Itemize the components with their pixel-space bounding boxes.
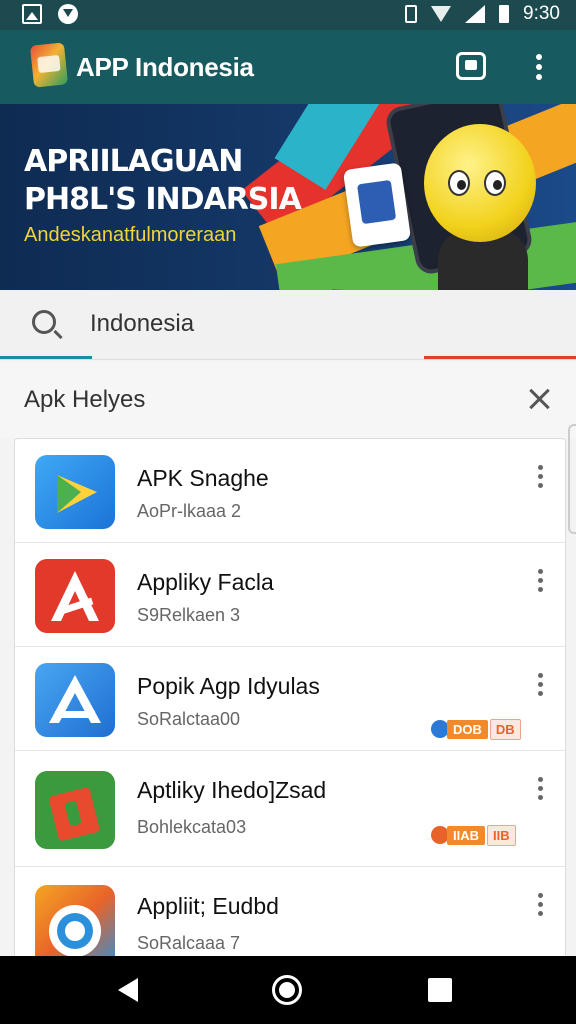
app-subtitle: Bohlekcata03 [137, 817, 247, 837]
app-name: Popik Agp Idyulas [137, 673, 320, 699]
back-icon[interactable] [118, 978, 138, 1002]
banner-tagline: Andeskanatfulmoreraan [24, 224, 237, 246]
app-card-illustration [342, 162, 412, 248]
battery-icon [499, 5, 510, 23]
status-bar: 9:30 [0, 0, 576, 30]
section-title: Apk Helyes [24, 386, 146, 413]
scrollbar[interactable] [568, 424, 576, 534]
wifi-icon [431, 6, 452, 22]
more-vert-icon[interactable] [532, 54, 546, 84]
item-more-icon[interactable] [535, 673, 545, 703]
search-bar [0, 290, 576, 360]
results-header: Apk Helyes [0, 362, 576, 438]
item-more-icon[interactable] [535, 465, 545, 495]
store-icon[interactable] [456, 52, 486, 80]
status-badge: IIAB IIB [431, 824, 516, 846]
close-icon[interactable] [528, 388, 550, 410]
download-icon [58, 4, 78, 24]
app-list: APK Snaghe AoPr-lkaaa 2 Appliky Facla S9… [14, 438, 566, 956]
app-logo-icon [29, 42, 69, 88]
app-subtitle: SoRalctaa00 [137, 709, 241, 729]
banner-headline-1: APRIILAGUAN [24, 144, 243, 179]
app-subtitle: S9Relkaen 3 [137, 605, 241, 625]
app-name: Aptliky Ihedo]Zsad [137, 777, 327, 803]
list-item[interactable]: Appliky Facla S9Relkaen 3 [15, 543, 565, 647]
recent-apps-icon[interactable] [428, 978, 452, 1002]
vibrate-icon [405, 5, 418, 23]
app-name: Appliit; Eudbd [137, 893, 279, 919]
promo-banner[interactable]: APRIILAGUAN PH8L'S INDARSIA Andeskanatfu… [0, 104, 576, 290]
blue-a-icon [35, 663, 115, 737]
play-triangle-icon [35, 455, 115, 529]
search-underline-left [0, 356, 92, 359]
app-name: Appliky Facla [137, 569, 274, 595]
app-subtitle: AoPr-lkaaa 2 [137, 501, 242, 521]
green-red-icon [35, 771, 115, 849]
search-input[interactable] [90, 304, 390, 344]
search-icon[interactable] [32, 310, 56, 334]
mascot-illustration [424, 124, 536, 242]
banner-headline-2: PH8L'S INDARSIA [24, 182, 302, 217]
swirl-icon [35, 885, 115, 956]
item-more-icon[interactable] [535, 893, 545, 923]
navigation-bar [0, 956, 576, 1024]
item-more-icon[interactable] [535, 569, 545, 599]
signal-icon [465, 5, 486, 23]
app-subtitle: SoRalcaaa 7 [137, 933, 241, 953]
image-icon [22, 4, 42, 24]
app-title: APP Indonesia [76, 52, 254, 82]
status-badge: DOB DB [431, 718, 521, 740]
list-item[interactable]: Appliit; Eudbd SoRalcaaa 7 [15, 867, 565, 956]
status-time: 9:30 [523, 3, 560, 24]
app-bar: APP Indonesia [0, 30, 576, 104]
list-item[interactable]: APK Snaghe AoPr-lkaaa 2 [15, 439, 565, 543]
list-item[interactable]: Popik Agp Idyulas SoRalctaa00 DOB DB [15, 647, 565, 751]
app-name: APK Snaghe [137, 465, 269, 491]
search-underline-right [424, 356, 576, 359]
home-icon[interactable] [272, 975, 302, 1005]
item-more-icon[interactable] [535, 777, 545, 807]
red-a-icon [35, 559, 115, 633]
list-item[interactable]: Aptliky Ihedo]Zsad Bohlekcata03 IIAB IIB [15, 751, 565, 867]
